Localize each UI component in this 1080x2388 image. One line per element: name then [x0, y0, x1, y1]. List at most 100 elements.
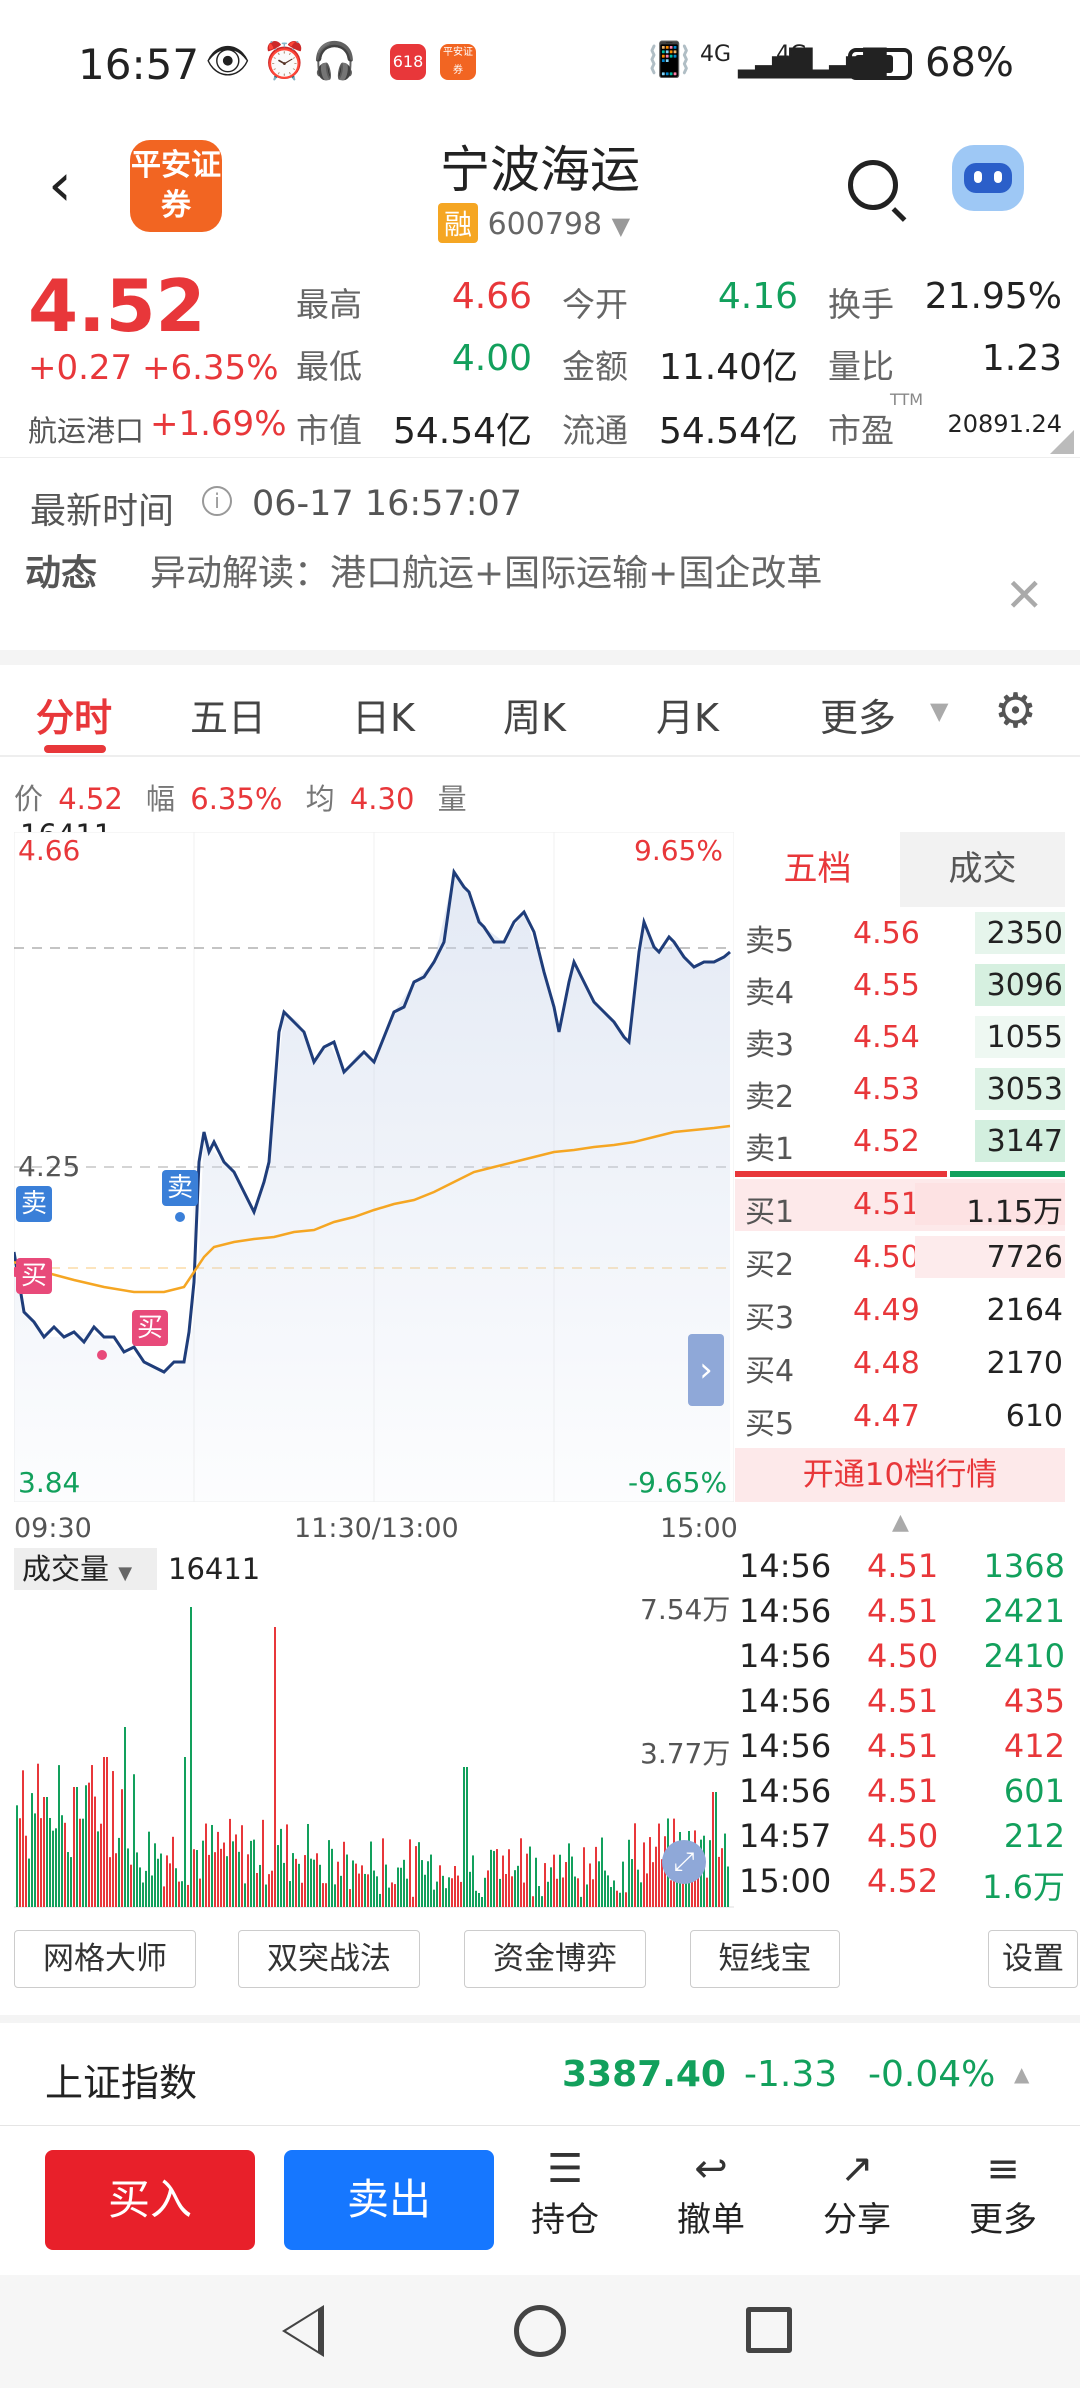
tool-double-breakout[interactable]: 双突战法 [238, 1930, 420, 1988]
search-icon[interactable] [848, 160, 907, 222]
tool-grid-master[interactable]: 网格大师 [14, 1930, 196, 1988]
buy-button[interactable]: 买入 [45, 2150, 255, 2250]
volume-bar [340, 1875, 342, 1907]
ask-row[interactable]: 卖3 4.54 1055 [735, 1012, 1065, 1064]
tool-short-line[interactable]: 短线宝 [690, 1930, 840, 1988]
cancel-order-button[interactable]: ↩ 撤单 [664, 2146, 758, 2256]
axis-top-price: 4.66 [18, 834, 81, 867]
nav-recents-icon[interactable] [746, 2307, 792, 2353]
expand-panel-icon[interactable]: › [688, 1334, 724, 1406]
robot-assistant-icon[interactable] [952, 145, 1024, 211]
bid-row[interactable]: 买4 4.48 2170 [735, 1338, 1065, 1390]
volume-bar [484, 1877, 486, 1907]
tab-daily-k[interactable]: 日K [352, 687, 415, 742]
orderbook-tabs: 五档 成交 [735, 832, 1065, 907]
volume-bar [625, 1892, 627, 1907]
share-icon: ↗ [840, 2146, 874, 2192]
fullscreen-icon[interactable]: ⤢ [662, 1840, 706, 1884]
volume-chart[interactable] [14, 1590, 734, 1908]
volume-bar [373, 1870, 375, 1907]
nav-home-icon[interactable] [514, 2305, 566, 2357]
ask-row[interactable]: 卖4 4.55 3096 [735, 960, 1065, 1012]
corner-expand-icon[interactable] [1050, 430, 1074, 454]
tick-volume: 435 [1003, 1682, 1065, 1720]
volume-bar [565, 1862, 567, 1907]
ask-row[interactable]: 卖1 4.52 3147 [735, 1116, 1065, 1168]
volume-bar [355, 1863, 357, 1907]
volume-bar [721, 1848, 723, 1907]
tab-monthly-k[interactable]: 月K [656, 687, 719, 742]
tab-timeshare[interactable]: 分时 [36, 687, 112, 742]
buy-marker[interactable]: 买 [16, 1258, 52, 1294]
trade-tick-row: 15:00 4.52 1.6万 [735, 1860, 1065, 1906]
tool-settings[interactable]: 设置 [988, 1930, 1078, 1988]
volume-bar [640, 1882, 642, 1907]
volume-selector[interactable]: 成交量 ▼ [14, 1548, 157, 1590]
tab-more[interactable]: 更多 [820, 687, 896, 742]
volume-bar [136, 1852, 138, 1907]
bid-row[interactable]: 买3 4.49 2164 [735, 1285, 1065, 1337]
volume-bar [301, 1882, 303, 1907]
scroll-up-icon[interactable]: ▲ [892, 1510, 909, 1535]
volume-bar [616, 1890, 618, 1907]
tab-trades[interactable]: 成交 [900, 832, 1065, 907]
volume-bar [85, 1785, 87, 1907]
tab-weekly-k[interactable]: 周K [503, 687, 566, 742]
eye-icon: 👁 [205, 41, 251, 82]
intraday-price-chart[interactable] [14, 832, 734, 1502]
ask-volume: 3096 [986, 968, 1063, 1003]
high-value: 4.66 [451, 276, 532, 317]
tab-five-day[interactable]: 五日 [190, 687, 266, 742]
volume-bar [589, 1863, 591, 1907]
tick-volume: 601 [1003, 1772, 1065, 1810]
tick-volume: 412 [1003, 1727, 1065, 1765]
axis-mid-price: 4.25 [18, 1150, 81, 1183]
volume-bar [49, 1817, 51, 1907]
volume-bar [208, 1854, 210, 1907]
volume-bar [241, 1825, 243, 1907]
volume-bar [109, 1857, 111, 1907]
news-banner[interactable]: 动态 异动解读：港口航运+国际运输+国企改革 ✕ [0, 540, 1080, 650]
volume-bar [295, 1858, 297, 1907]
bid-row[interactable]: 买2 4.50 7726 [735, 1232, 1065, 1284]
tick-price: 4.51 [867, 1772, 939, 1810]
more-button[interactable]: ≡ 更多 [956, 2146, 1050, 2256]
volume-bar [118, 1837, 120, 1907]
sector-name[interactable]: 航运港口 [28, 408, 144, 450]
price-change-pct: +6.35% [142, 348, 279, 388]
volume-bar [139, 1867, 141, 1907]
volume-bar [556, 1878, 558, 1907]
ask-row[interactable]: 卖5 4.56 2350 [735, 908, 1065, 960]
volume-bar [238, 1851, 240, 1907]
bid-row[interactable]: 买5 4.47 610 [735, 1391, 1065, 1443]
tab-five-level[interactable]: 五档 [735, 832, 900, 907]
sell-marker[interactable]: 卖 [16, 1186, 52, 1222]
volume-bar [127, 1848, 129, 1907]
share-button[interactable]: ↗ 分享 [810, 2146, 904, 2256]
stock-code-selector[interactable]: 融 600798 ▼ [438, 203, 630, 243]
sell-marker[interactable]: 卖 [162, 1170, 198, 1206]
expand-up-icon[interactable]: ▲ [1014, 2062, 1029, 2086]
buy-marker[interactable]: 买 [132, 1310, 168, 1346]
tick-time: 14:56 [739, 1727, 832, 1765]
volume-bar [460, 1881, 462, 1907]
info-icon[interactable]: i [202, 486, 232, 516]
close-icon[interactable]: ✕ [1005, 568, 1044, 622]
open-10-level-button[interactable]: 开通10档行情 [735, 1448, 1065, 1502]
chart-avg: 4.30 [349, 782, 415, 816]
tick-time: 15:00 [739, 1862, 832, 1900]
headphones-icon: 🎧 [312, 41, 357, 82]
volume-bar [472, 1855, 474, 1907]
holdings-button[interactable]: ☰ 持仓 [518, 2146, 612, 2256]
gear-icon[interactable]: ⚙ [994, 683, 1037, 739]
volume-bar [142, 1882, 144, 1907]
volume-bar [583, 1847, 585, 1907]
volume-bar [67, 1852, 69, 1907]
bid-row[interactable]: 买1 4.51 1.15万 [735, 1179, 1065, 1231]
sell-button[interactable]: 卖出 [284, 2150, 494, 2250]
tool-fund-game[interactable]: 资金博弈 [464, 1930, 646, 1988]
index-ticker[interactable]: 上证指数 3387.40 -1.33 -0.04% ▲ [0, 2024, 1080, 2124]
notification-pingan-icon: 平安证券 [440, 44, 476, 80]
ask-row[interactable]: 卖2 4.53 3053 [735, 1064, 1065, 1116]
volume-bar [331, 1848, 333, 1907]
